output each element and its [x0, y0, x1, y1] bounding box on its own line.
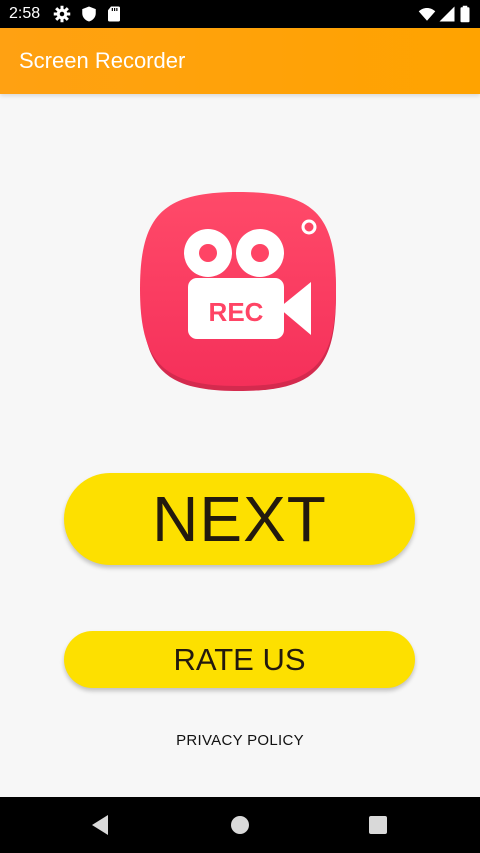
shield-icon [82, 6, 96, 22]
back-icon[interactable] [84, 809, 116, 841]
recents-icon[interactable] [362, 809, 394, 841]
rec-label: REC [209, 297, 264, 327]
navigation-bar [0, 797, 480, 853]
video-camera-icon: REC [140, 192, 336, 391]
rate-us-button[interactable]: RATE US [64, 631, 415, 688]
sd-card-icon [108, 6, 120, 22]
battery-icon [460, 5, 470, 23]
gear-icon [53, 5, 71, 23]
privacy-policy-link[interactable]: PRIVACY POLICY [0, 732, 480, 749]
wifi-icon [418, 8, 436, 21]
status-bar: 2:58 [0, 0, 480, 28]
app-bar: Screen Recorder [0, 28, 480, 94]
app-title: Screen Recorder [19, 48, 186, 73]
home-icon[interactable] [224, 809, 256, 841]
app-logo: REC [136, 188, 342, 394]
next-button[interactable]: NEXT [64, 473, 415, 565]
status-time: 2:58 [9, 5, 41, 22]
signal-icon [439, 6, 455, 22]
